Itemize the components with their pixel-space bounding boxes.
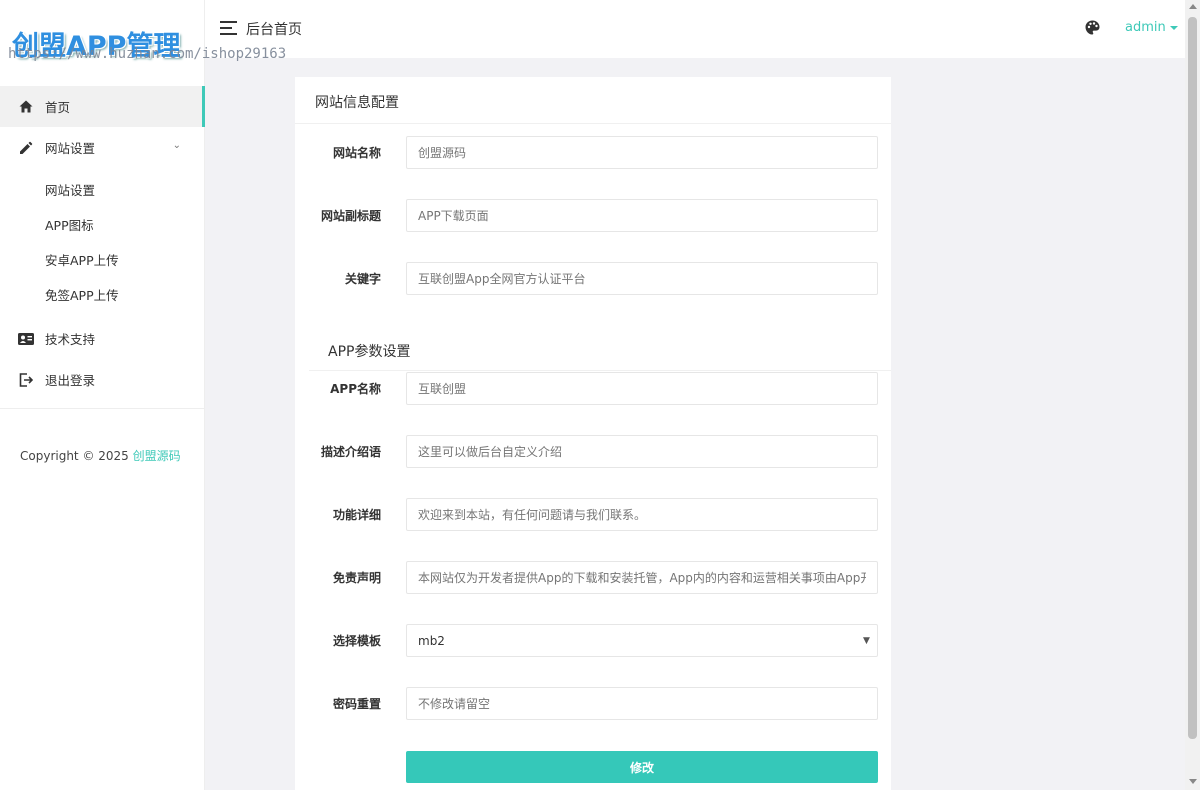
site-name-input[interactable] [406, 136, 878, 169]
sidebar-item-logout[interactable]: 退出登录 [0, 359, 205, 400]
app-section-title: APP参数设置 [328, 344, 411, 360]
form-row-disclaimer: 免责声明 [295, 561, 891, 594]
field-label: 描述介绍语 [320, 445, 381, 459]
field-label: 关键字 [344, 272, 381, 286]
scroll-down-arrow-icon[interactable] [1189, 779, 1197, 784]
sidebar-item-site-settings[interactable]: 网站设置 ⌄ [0, 127, 205, 168]
scrollbar[interactable] [1185, 0, 1200, 790]
hamburger-icon[interactable] [220, 21, 237, 35]
watermark-text: https://www.huzhan.com/ishop29163 [8, 46, 287, 62]
sidebar: 创盟APP管理 https://www.huzhan.com/ishop2916… [0, 0, 286, 790]
logout-icon [18, 372, 34, 388]
description-input[interactable] [406, 435, 878, 468]
pencil-icon [18, 140, 34, 156]
keywords-input[interactable] [406, 262, 878, 295]
submenu-item-android-upload[interactable]: 安卓APP上传 [0, 242, 205, 277]
field-label: 密码重置 [332, 697, 381, 711]
scroll-thumb[interactable] [1188, 17, 1197, 739]
settings-card: 网站信息配置 网站名称 网站副标题 关键字 APP参数设置 APP名称 描述介绍… [295, 77, 891, 790]
copyright: Copyright © 2025 创盟源码 [20, 447, 181, 464]
scroll-up-arrow-icon[interactable] [1189, 4, 1197, 9]
chevron-down-icon: ⌄ [172, 140, 181, 151]
field-label: 网站名称 [332, 146, 381, 160]
site-subtitle-input[interactable] [406, 199, 878, 232]
field-label: 免责声明 [332, 571, 381, 585]
form-row-site-name: 网站名称 [295, 136, 891, 169]
field-label: APP名称 [330, 382, 381, 396]
sidebar-item-support[interactable]: 技术支持 [0, 318, 205, 359]
sidebar-item-label: 首页 [45, 100, 71, 115]
app-name-input[interactable] [406, 372, 878, 405]
sidebar-nav: 首页 网站设置 ⌄ 网站设置 APP图标 安卓APP上传 免签APP上传 技术支… [0, 86, 205, 409]
form-row-template: 选择模板 mb2 ▼ [295, 624, 891, 657]
top-header: 后台首页 admin [205, 0, 1185, 58]
id-card-icon [18, 331, 34, 347]
disclaimer-input[interactable] [406, 561, 878, 594]
sidebar-submenu: 网站设置 APP图标 安卓APP上传 免签APP上传 [0, 168, 205, 318]
form-row-features: 功能详细 [295, 498, 891, 531]
submenu-item-site-settings[interactable]: 网站设置 [0, 172, 205, 207]
username: admin [1125, 20, 1166, 35]
copyright-text: Copyright © 2025 [20, 449, 129, 463]
copyright-link[interactable]: 创盟源码 [133, 449, 181, 463]
sidebar-item-label: 技术支持 [45, 332, 96, 347]
home-icon [18, 99, 34, 115]
sidebar-item-label: 网站设置 [45, 141, 96, 156]
field-label: 选择模板 [332, 634, 381, 648]
features-input[interactable] [406, 498, 878, 531]
sidebar-item-label: 退出登录 [45, 373, 96, 388]
form-row-app-name: APP名称 [295, 372, 891, 405]
card-title: 网站信息配置 [295, 77, 891, 124]
sidebar-item-home[interactable]: 首页 [0, 86, 205, 127]
section-divider [309, 370, 891, 371]
submit-button[interactable]: 修改 [406, 751, 878, 783]
submenu-item-signfree-upload[interactable]: 免签APP上传 [0, 277, 205, 312]
sidebar-divider [0, 408, 205, 409]
palette-icon[interactable] [1085, 20, 1101, 36]
password-reset-input[interactable] [406, 687, 878, 720]
form-row-password: 密码重置 [295, 687, 891, 720]
field-label: 网站副标题 [320, 209, 381, 223]
user-menu[interactable]: admin [1125, 20, 1178, 35]
form-row-description: 描述介绍语 [295, 435, 891, 468]
caret-down-icon [1169, 25, 1178, 30]
page-title: 后台首页 [246, 22, 302, 38]
form-row-keywords: 关键字 [295, 262, 891, 295]
form-row-site-subtitle: 网站副标题 [295, 199, 891, 232]
field-label: 功能详细 [332, 508, 381, 522]
submenu-item-app-icon[interactable]: APP图标 [0, 207, 205, 242]
template-select[interactable]: mb2 [406, 624, 878, 657]
